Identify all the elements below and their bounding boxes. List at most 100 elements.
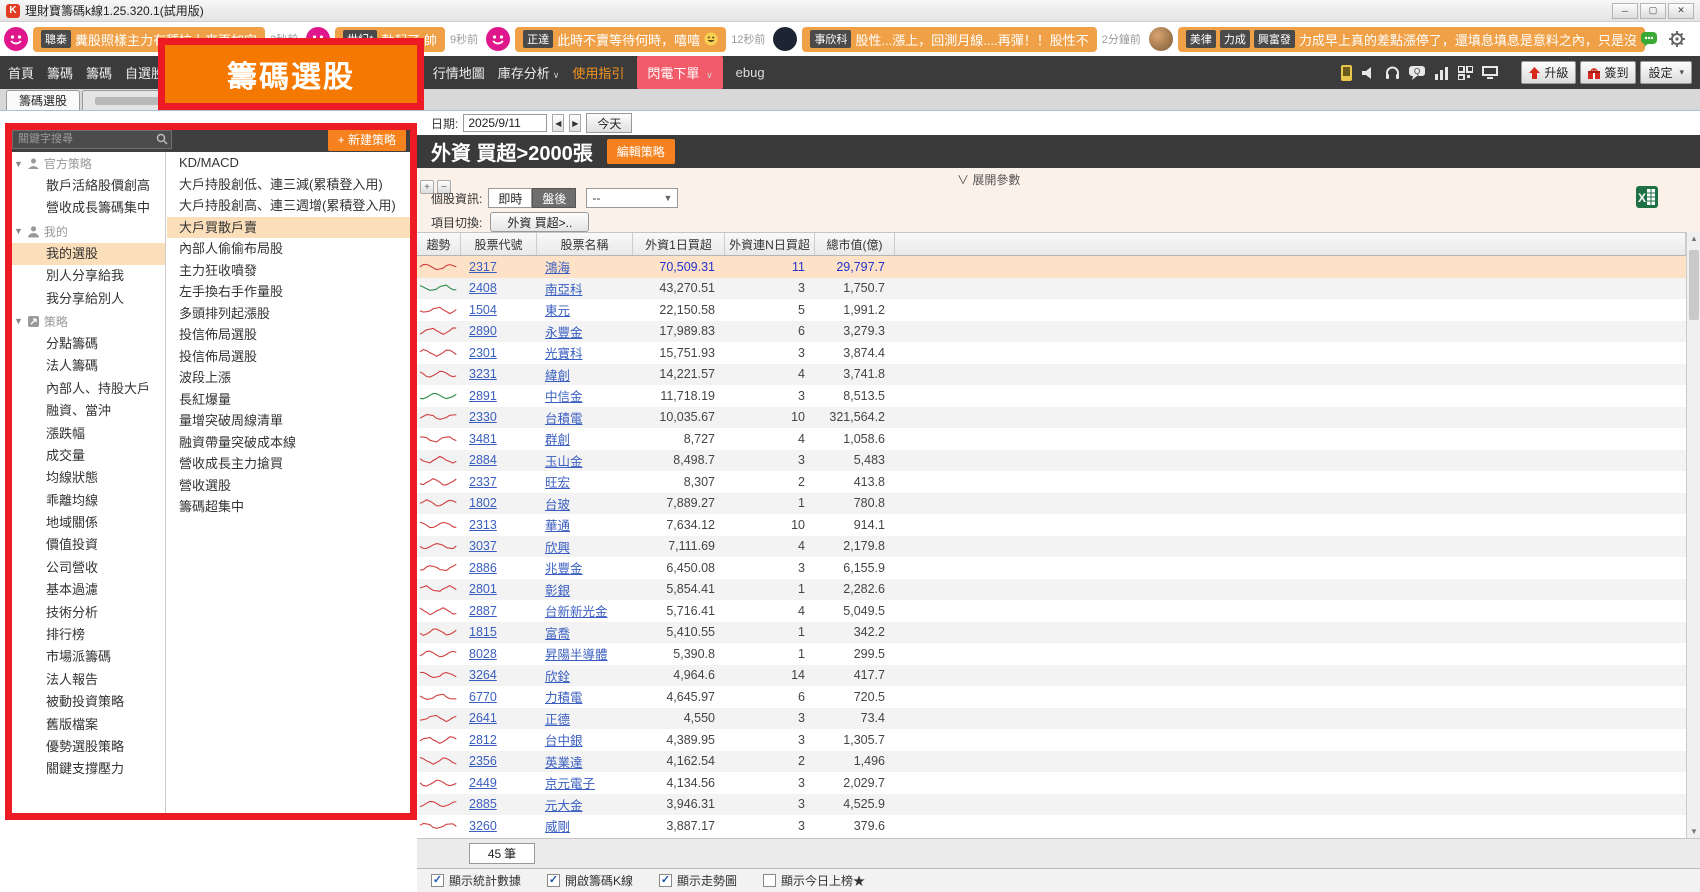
table-row[interactable]: 3481群創8,72741,058.6 [417,428,1686,450]
strategy-list-item[interactable]: 量增突破周線清單 [167,410,410,432]
table-row[interactable]: 3264欣銓4,964.614417.7 [417,665,1686,687]
sidebar-item[interactable]: 價值投資 [8,534,165,556]
stock-code-link[interactable]: 2449 [469,776,497,790]
sidebar-item[interactable]: 我分享給別人 [8,288,165,310]
today-button[interactable]: 今天 [586,113,632,133]
ticker-message[interactable]: 事欣科股性...漲上，回測月線....再彈！！股性不 [802,27,1096,52]
navbtn-設定[interactable]: 設定▾ [1640,61,1692,84]
strategy-list-item[interactable]: 內部人偷偷布局股 [167,238,410,260]
nav-item-首頁[interactable]: 首頁 [8,63,34,82]
table-row[interactable]: 1504東元22,150.5851,991.2 [417,299,1686,321]
afterhours-toggle[interactable]: 盤後 [532,188,576,208]
scroll-down-icon[interactable]: ▼ [1690,827,1698,836]
stock-code-link[interactable]: 2890 [469,324,497,338]
table-row[interactable]: 3037欣興7,111.6942,179.8 [417,536,1686,558]
tab-obscured-1[interactable] [82,90,172,110]
stock-name-link[interactable]: 昇陽半導體 [545,644,608,663]
table-row[interactable]: 2301光寶科15,751.9333,874.4 [417,342,1686,364]
table-row[interactable]: 1802台玻7,889.271780.8 [417,493,1686,515]
sidebar-category-我的[interactable]: ▼我的 [8,220,165,243]
support-chat-icon[interactable]: Q [1409,66,1425,80]
strategy-list-item[interactable]: KD/MACD [167,152,410,174]
sidebar-item[interactable]: 關鍵支撐壓力 [8,758,165,780]
checkbox-unchecked-icon[interactable] [763,874,776,887]
stock-name-link[interactable]: 京元電子 [545,773,595,792]
column-header[interactable]: 趨勢 [417,233,461,255]
stock-name-link[interactable]: 彰銀 [545,580,570,599]
stock-name-link[interactable]: 欣興 [545,537,570,556]
stock-name-link[interactable]: 元大金 [545,795,583,814]
table-row[interactable]: 8028昇陽半導體5,390.81299.5 [417,643,1686,665]
table-row[interactable]: 2812台中銀4,389.9531,305.7 [417,729,1686,751]
sidebar-item[interactable]: 乖離均線 [8,490,165,512]
display-option[interactable]: 顯示今日上榜★ [763,872,865,889]
ticker-message[interactable]: 世紀*勃起了 帥 [335,27,445,52]
stock-name-link[interactable]: 英業達 [545,752,583,771]
sidebar-item[interactable]: 融資、當沖 [8,400,165,422]
stock-name-link[interactable]: 台玻 [545,494,570,513]
sidebar-item[interactable]: 成交量 [8,445,165,467]
scroll-up-icon[interactable]: ▲ [1690,234,1698,243]
sidebar-item[interactable]: 我的選股 [8,243,165,265]
stock-code-link[interactable]: 2317 [469,260,497,274]
sidebar-item[interactable]: 地域關係 [8,512,165,534]
date-next-icon[interactable]: ▶ [569,114,581,132]
nav-item-多圖走勢[interactable]: 多圖走勢 [368,63,420,82]
checkbox-checked-icon[interactable]: ✓ [659,874,672,887]
sidebar-item[interactable]: 內部人、持股大戶 [8,378,165,400]
sidebar-item[interactable]: 排行榜 [8,624,165,646]
stock-code-link[interactable]: 1802 [469,496,497,510]
stats-icon[interactable] [1434,66,1449,80]
realtime-toggle[interactable]: 即時 [488,188,532,208]
table-row[interactable]: 2884玉山金8,498.735,483 [417,450,1686,472]
sidebar-item[interactable]: 被動投資策略 [8,691,165,713]
stock-name-link[interactable]: 威剛 [545,816,570,835]
stock-name-link[interactable]: 力積電 [545,687,583,706]
edit-strategy-button[interactable]: 編輯策略 [607,139,675,164]
phone-icon[interactable] [1341,65,1352,81]
sidebar-category-官方策略[interactable]: ▼官方策略 [8,152,165,175]
strategy-list-item[interactable]: 主力狂收噴發 [167,260,410,282]
column-header[interactable]: 總市值(億) [815,233,895,255]
stock-code-link[interactable]: 3481 [469,432,497,446]
qr-code-icon[interactable] [1458,66,1473,80]
nav-item-行情地圖[interactable]: 行情地圖 [433,63,485,82]
stock-code-link[interactable]: 2641 [469,711,497,725]
table-row[interactable]: 2408南亞科43,270.5131,750.7 [417,278,1686,300]
stock-code-link[interactable]: 3037 [469,539,497,553]
stock-name-link[interactable]: 華通 [545,515,570,534]
stock-code-link[interactable]: 1815 [469,625,497,639]
table-row[interactable]: 3231緯創14,221.5743,741.8 [417,364,1686,386]
navbtn-簽到[interactable]: 簽到 [1580,61,1636,84]
sidebar-item[interactable]: 基本過濾 [8,579,165,601]
headset-icon[interactable] [1385,66,1400,80]
stock-code-link[interactable]: 2887 [469,604,497,618]
stock-name-link[interactable]: 鴻海 [545,257,570,276]
table-row[interactable]: 2337旺宏8,3072413.8 [417,471,1686,493]
stock-name-link[interactable]: 台積電 [545,408,583,427]
close-button[interactable]: ✕ [1668,3,1694,19]
sidebar-item[interactable]: 法人報告 [8,669,165,691]
stock-name-link[interactable]: 南亞科 [545,279,583,298]
table-row[interactable]: 2885元大金3,946.3134,525.9 [417,794,1686,816]
stock-code-link[interactable]: 3231 [469,367,497,381]
scrollbar-thumb[interactable] [1689,250,1699,320]
stock-name-link[interactable]: 光寶科 [545,343,583,362]
stock-code-link[interactable]: 2884 [469,453,497,467]
search-input[interactable] [12,130,172,149]
stock-name-link[interactable]: 中信金 [545,386,583,405]
stock-code-link[interactable]: 2301 [469,346,497,360]
stock-name-link[interactable]: 旺宏 [545,472,570,491]
debug-menu-fragment[interactable]: ebug [736,65,765,80]
strategy-list-item[interactable]: 籌碼超集中 [167,496,410,518]
navbtn-升級[interactable]: 升級 [1521,61,1576,84]
display-option[interactable]: ✓開啟籌碼K線 [547,872,633,889]
stock-name-link[interactable]: 台新新光金 [545,601,608,620]
info-dropdown[interactable]: --▼ [586,188,678,208]
minimize-button[interactable]: ─ [1612,3,1638,19]
table-row[interactable]: 1815富喬5,410.551342.2 [417,622,1686,644]
strategy-list-item[interactable]: 投信佈局選股 [167,346,410,368]
sidebar-item[interactable]: 漲跌幅 [8,423,165,445]
sidebar-item[interactable]: 技術分析 [8,602,165,624]
nav-item-分點調查局[interactable]: 分點調查局 [203,63,268,82]
